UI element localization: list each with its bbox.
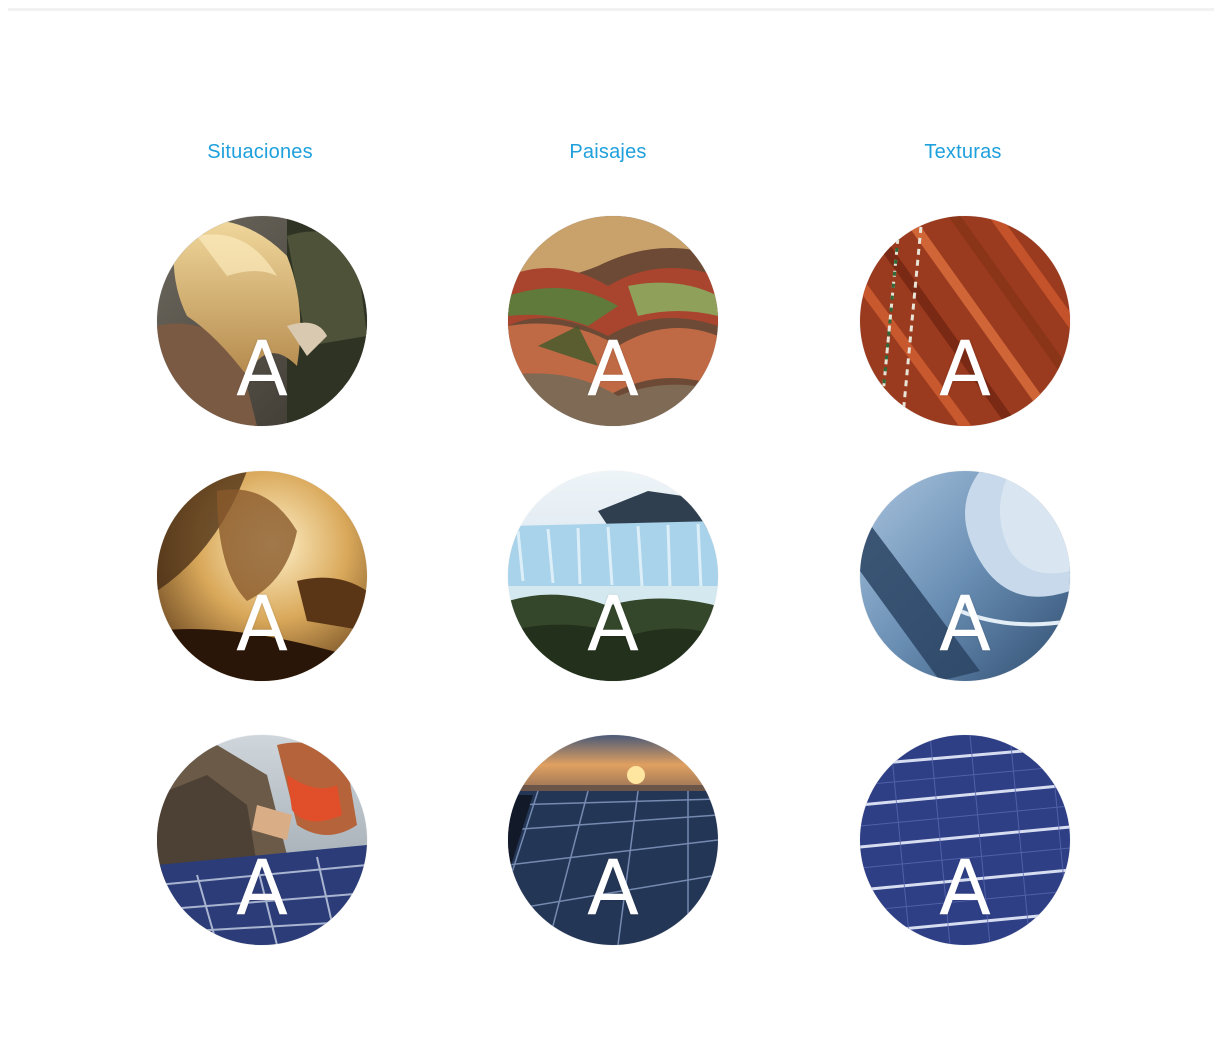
image-solar-panel-grid[interactable]: A — [860, 735, 1070, 945]
image-colorful-mountain-hills[interactable]: A — [508, 216, 718, 426]
brand-letter: A — [587, 579, 639, 668]
image-glacier-landscape[interactable]: A — [508, 471, 718, 681]
column-title-paisajes: Paisajes — [569, 141, 647, 163]
image-woman-with-blond-hair[interactable]: A — [157, 216, 367, 426]
image-man-driving-sunlight[interactable]: A — [157, 471, 367, 681]
brand-letter: A — [236, 843, 288, 932]
brand-letter: A — [236, 579, 288, 668]
column-title-situaciones: Situaciones — [207, 141, 313, 163]
column-title-texturas: Texturas — [924, 141, 1002, 163]
image-worker-installing-solar-panels[interactable]: A — [157, 735, 367, 945]
brand-letter: A — [939, 579, 991, 668]
page-frame: Situaciones Paisajes Texturas A A A A A … — [8, 8, 1214, 1057]
brand-letter: A — [236, 324, 288, 413]
image-blue-metallic-curve[interactable]: A — [860, 471, 1070, 681]
image-red-woven-textile[interactable]: A — [860, 216, 1070, 426]
brand-letter: A — [587, 324, 639, 413]
image-solar-field-at-sunset[interactable]: A — [508, 735, 718, 945]
brand-letter: A — [939, 324, 991, 413]
brand-letter: A — [939, 843, 991, 932]
brand-letter: A — [587, 843, 639, 932]
